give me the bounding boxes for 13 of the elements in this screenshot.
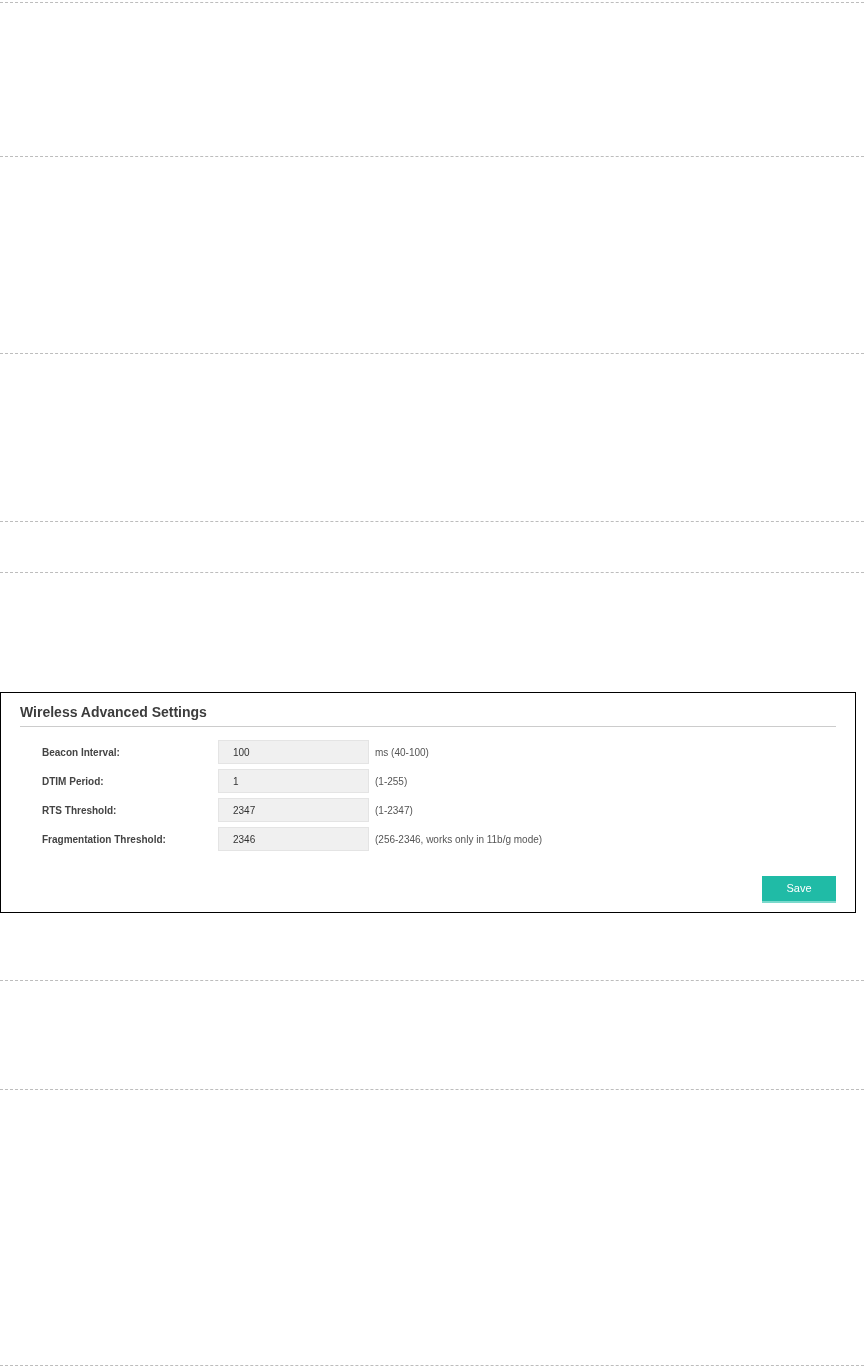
range-hint: ms (40-100) — [375, 745, 429, 760]
input-field[interactable]: 100 — [218, 740, 369, 764]
input-field[interactable]: 1 — [218, 769, 369, 793]
range-hint: (1-255) — [375, 774, 408, 789]
field-label: DTIM Period: — [42, 774, 105, 789]
range-hint: (256-2346, works only in 11b/g mode) — [375, 832, 543, 847]
range-hint: (1-2347) — [375, 803, 413, 818]
panel-title: Wireless Advanced Settings — [20, 703, 208, 721]
field-label: Fragmentation Threshold: — [42, 832, 167, 847]
input-field[interactable]: 2347 — [218, 798, 369, 822]
input-field[interactable]: 2346 — [218, 827, 369, 851]
field-label: Beacon Interval: — [42, 745, 121, 760]
field-label: RTS Threshold: — [42, 803, 118, 818]
